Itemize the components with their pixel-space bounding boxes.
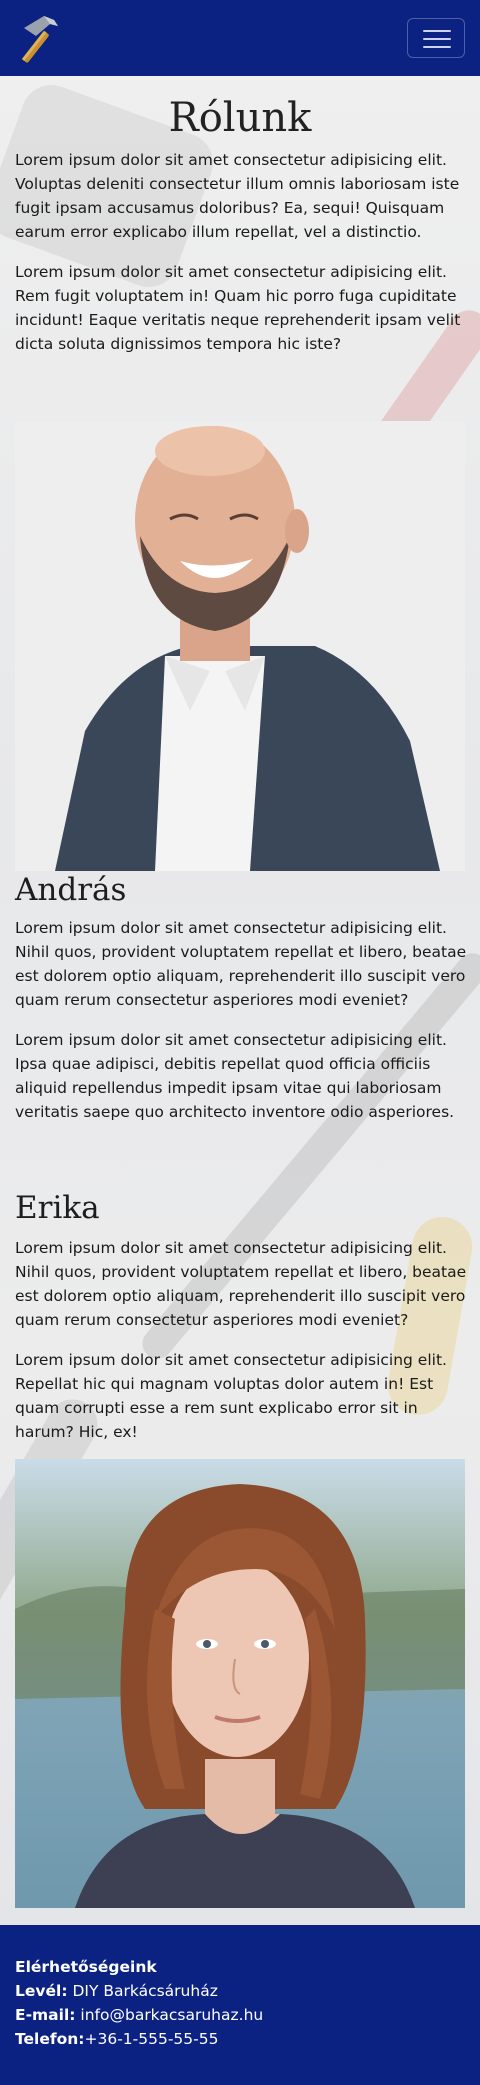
- footer-phone: Telefon:+36-1-555-55-55: [15, 2027, 465, 2051]
- hammer-logo[interactable]: [14, 12, 68, 64]
- phone-label: Telefon:: [15, 2030, 85, 2048]
- phone-value[interactable]: +36-1-555-55-55: [84, 2030, 218, 2048]
- mail-label: Levél:: [15, 1982, 68, 2000]
- andras-name: András: [15, 872, 127, 908]
- about-paragraph-2: Lorem ipsum dolor sit amet consectetur a…: [15, 263, 461, 353]
- footer: Elérhetőségeink Levél: DIY Barkácsáruház…: [0, 1925, 480, 2085]
- email-label: E-mail:: [15, 2006, 76, 2024]
- footer-mail: Levél: DIY Barkácsáruház: [15, 1979, 465, 2003]
- erika-paragraph-1: Lorem ipsum dolor sit amet consectetur a…: [15, 1239, 467, 1329]
- andras-photo: [15, 421, 465, 871]
- erika-photo: [15, 1459, 465, 1908]
- menu-toggle-button[interactable]: [407, 18, 465, 58]
- mail-value: DIY Barkácsáruház: [72, 1982, 218, 2000]
- footer-email: E-mail: info@barkacsaruhaz.hu: [15, 2003, 465, 2027]
- andras-paragraph-1: Lorem ipsum dolor sit amet consectetur a…: [15, 919, 467, 1009]
- footer-title: Elérhetőségeink: [15, 1958, 157, 1976]
- page-title: Rólunk: [168, 95, 312, 141]
- erika-name: Erika: [15, 1190, 100, 1226]
- navbar: [0, 0, 480, 76]
- andras-paragraph-2: Lorem ipsum dolor sit amet consectetur a…: [15, 1031, 455, 1121]
- erika-paragraph-2: Lorem ipsum dolor sit amet consectetur a…: [15, 1351, 447, 1441]
- about-paragraph-1: Lorem ipsum dolor sit amet consectetur a…: [15, 151, 460, 241]
- menu-icon: [423, 30, 451, 32]
- email-value[interactable]: info@barkacsaruhaz.hu: [80, 2006, 263, 2024]
